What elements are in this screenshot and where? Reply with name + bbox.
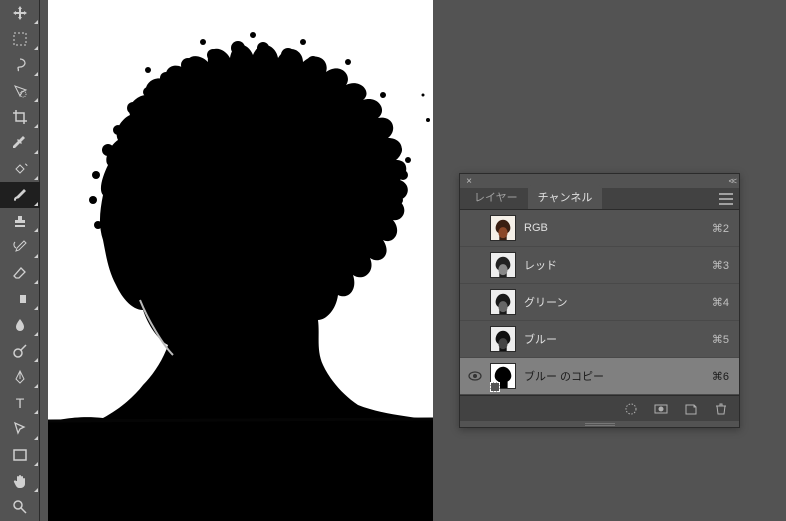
visibility-toggle[interactable] (466, 295, 484, 309)
channel-name: グリーン (524, 294, 712, 310)
history-brush-tool[interactable] (0, 234, 40, 260)
quick-select-tool[interactable] (0, 78, 40, 104)
panel-menu-icon[interactable] (719, 193, 733, 205)
channel-blue[interactable]: ブルー ⌘5 (460, 321, 739, 358)
path-select-tool[interactable] (0, 416, 40, 442)
panel-footer (460, 395, 739, 421)
dodge-tool[interactable] (0, 338, 40, 364)
channel-shortcut: ⌘3 (712, 259, 729, 272)
hand-tool[interactable] (0, 468, 40, 494)
channel-shortcut: ⌘2 (712, 222, 729, 235)
eraser-tool[interactable] (0, 260, 40, 286)
visibility-toggle[interactable] (466, 332, 484, 346)
spot-heal-tool[interactable] (0, 156, 40, 182)
type-tool[interactable]: T (0, 390, 40, 416)
resize-grip[interactable] (460, 421, 739, 427)
move-tool[interactable] (0, 0, 40, 26)
marquee-tool[interactable] (0, 26, 40, 52)
save-selection-icon[interactable] (653, 401, 669, 417)
channel-thumb (490, 252, 516, 278)
channel-name: RGB (524, 222, 712, 234)
pen-tool[interactable] (0, 364, 40, 390)
canvas[interactable] (48, 0, 433, 521)
crop-tool[interactable] (0, 104, 40, 130)
channel-shortcut: ⌘4 (712, 296, 729, 309)
channels-list: RGB ⌘2 レッド ⌘3 グリーン ⌘4 ブルー ⌘5 ブルー のコピー ⌘ (460, 210, 739, 395)
brush-tool[interactable] (0, 182, 40, 208)
eyedropper-tool[interactable] (0, 130, 40, 156)
svg-text:T: T (16, 395, 25, 411)
channel-green[interactable]: グリーン ⌘4 (460, 284, 739, 321)
channel-red[interactable]: レッド ⌘3 (460, 247, 739, 284)
delete-channel-icon[interactable] (713, 401, 729, 417)
zoom-tool[interactable] (0, 494, 40, 520)
visibility-toggle[interactable] (466, 221, 484, 235)
channel-blue-copy[interactable]: ブルー のコピー ⌘6 (460, 358, 739, 395)
channel-thumb (490, 215, 516, 241)
channel-thumb (490, 289, 516, 315)
collapse-icon[interactable]: << (728, 176, 735, 186)
visibility-toggle[interactable] (466, 258, 484, 272)
panel-tabs: レイヤー チャンネル (460, 188, 739, 210)
lasso-tool[interactable] (0, 52, 40, 78)
new-channel-icon[interactable] (683, 401, 699, 417)
channel-shortcut: ⌘5 (712, 333, 729, 346)
gradient-tool[interactable] (0, 286, 40, 312)
load-selection-icon[interactable] (623, 401, 639, 417)
selection-badge-icon (490, 382, 500, 392)
channel-rgb[interactable]: RGB ⌘2 (460, 210, 739, 247)
tab-layers[interactable]: レイヤー (464, 185, 528, 209)
rectangle-tool[interactable] (0, 442, 40, 468)
visibility-toggle[interactable] (466, 369, 484, 383)
channel-name: レッド (524, 257, 712, 273)
blur-tool[interactable] (0, 312, 40, 338)
toolbar: T (0, 0, 40, 521)
tab-channels[interactable]: チャンネル (528, 185, 603, 209)
channel-name: ブルー のコピー (524, 368, 712, 384)
channel-thumb (490, 326, 516, 352)
channels-panel: × << レイヤー チャンネル RGB ⌘2 レッド ⌘3 グリーン ⌘4 (459, 173, 740, 428)
channel-name: ブルー (524, 331, 712, 347)
stamp-tool[interactable] (0, 208, 40, 234)
channel-shortcut: ⌘6 (712, 370, 729, 383)
